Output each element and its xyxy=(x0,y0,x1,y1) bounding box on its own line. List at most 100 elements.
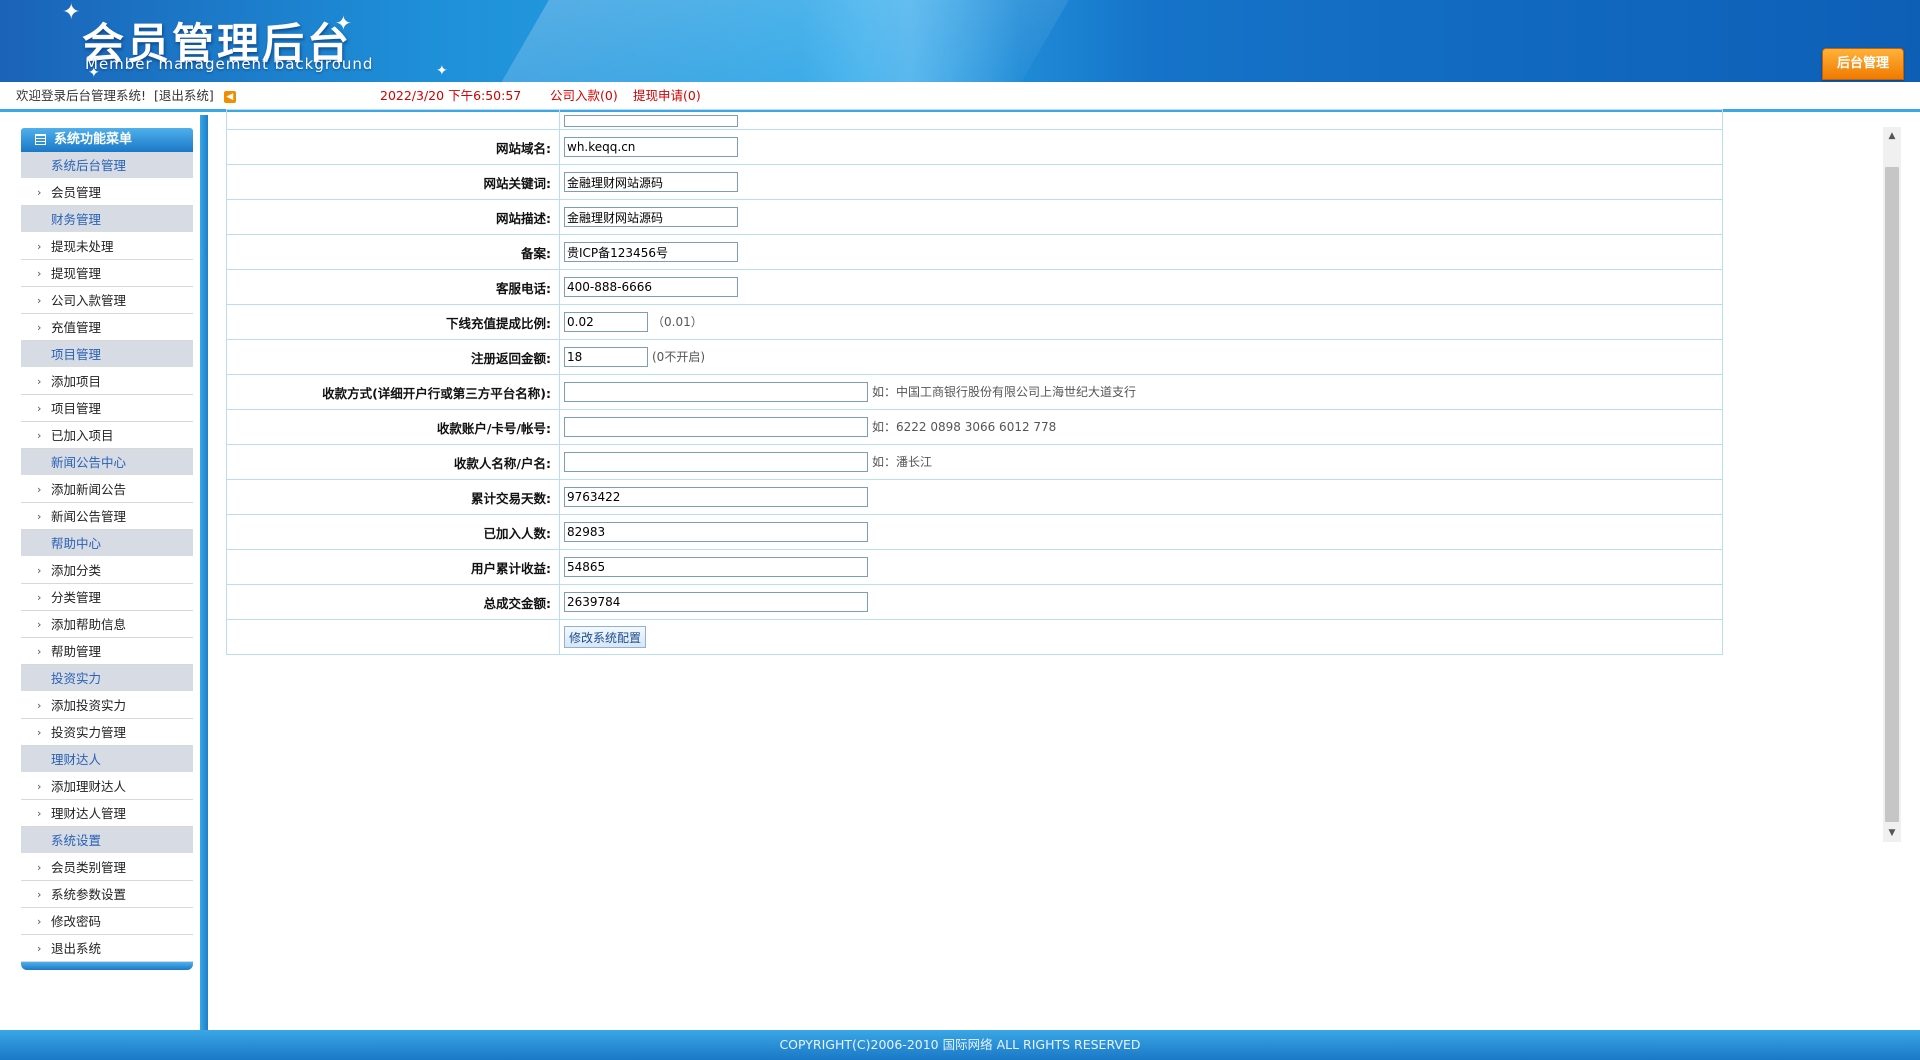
chevron-right-icon: › xyxy=(37,645,42,658)
chevron-right-icon: › xyxy=(37,294,42,307)
sidebar-item[interactable]: › 添加理财达人 xyxy=(21,773,193,800)
table-row: 累计交易天数: xyxy=(226,479,1723,515)
sidebar-item[interactable]: › 添加项目 xyxy=(21,368,193,395)
sidebar-item[interactable]: › 公司入款管理 xyxy=(21,287,193,314)
sparkle-icon: ✦ xyxy=(62,0,81,25)
site-domain-input[interactable] xyxy=(564,137,738,157)
table-row: 已加入人数: xyxy=(226,514,1723,550)
table-row xyxy=(226,109,1723,130)
total-volume-input[interactable] xyxy=(564,592,868,612)
sidebar-item[interactable]: › 系统参数设置 xyxy=(21,881,193,908)
company-deposit-link[interactable]: 公司入款(0) xyxy=(550,82,618,110)
payment-account-input[interactable] xyxy=(564,417,868,437)
vertical-scrollbar[interactable]: ▲ ▼ xyxy=(1883,127,1901,842)
frame-divider[interactable] xyxy=(200,115,208,1030)
service-phone-label: 客服电话: xyxy=(226,269,560,305)
sidebar-item[interactable]: › 会员管理 xyxy=(21,179,193,206)
scroll-down-icon[interactable]: ▼ xyxy=(1883,824,1901,842)
menu-group-header[interactable]: 新闻公告中心 xyxy=(21,449,193,476)
sidebar-item-label: 会员管理 xyxy=(51,185,102,200)
menu-group-header[interactable]: 理财达人 xyxy=(21,746,193,773)
site-desc-input[interactable] xyxy=(564,207,738,227)
system-config-table: 网站域名: 网站关键词: 网站描述: 备案: 客服电话: 下线充值提成比例: （… xyxy=(226,109,1723,655)
service-phone-input[interactable] xyxy=(564,277,738,297)
menu-group-header[interactable]: 系统后台管理 xyxy=(21,152,193,179)
menu-group-header[interactable]: 财务管理 xyxy=(21,206,193,233)
footer: COPYRIGHT(C)2006-2010 国际网络 ALL RIGHTS RE… xyxy=(0,1030,1920,1060)
sidebar-item[interactable]: › 提现管理 xyxy=(21,260,193,287)
sidebar-item[interactable]: › 投资实力管理 xyxy=(21,719,193,746)
sidebar-item[interactable]: › 提现未处理 xyxy=(21,233,193,260)
register-bonus-hint: (0不开启) xyxy=(652,349,705,364)
site-keywords-label: 网站关键词: xyxy=(226,164,560,200)
scroll-up-icon[interactable]: ▲ xyxy=(1883,127,1901,145)
sidebar-item-label: 项目管理 xyxy=(51,347,102,362)
sidebar-item-label: 系统设置 xyxy=(51,833,102,848)
menu-group-header[interactable]: 帮助中心 xyxy=(21,530,193,557)
menu-list-icon xyxy=(35,134,46,145)
payee-name-input[interactable] xyxy=(564,452,868,472)
sidebar-item[interactable]: › 新闻公告管理 xyxy=(21,503,193,530)
sidebar-item[interactable]: › 修改密码 xyxy=(21,908,193,935)
sidebar-item[interactable]: › 添加新闻公告 xyxy=(21,476,193,503)
sidebar-item[interactable]: › 帮助管理 xyxy=(21,638,193,665)
sidebar-item-label: 添加帮助信息 xyxy=(51,617,127,632)
sidebar-item[interactable]: › 添加投资实力 xyxy=(21,692,193,719)
sidebar-item-label: 理财达人 xyxy=(51,752,102,767)
sidebar-item-label: 添加投资实力 xyxy=(51,698,127,713)
exit-link[interactable]: [退出系统] xyxy=(154,88,214,103)
sidebar-item[interactable]: › 项目管理 xyxy=(21,395,193,422)
joined-count-input[interactable] xyxy=(564,522,868,542)
sidebar-item[interactable]: › 会员类别管理 xyxy=(21,854,193,881)
sidebar-item-label: 财务管理 xyxy=(51,212,102,227)
chevron-right-icon: › xyxy=(37,375,42,388)
commission-ratio-input[interactable] xyxy=(564,312,648,332)
sidebar-item[interactable]: › 已加入项目 xyxy=(21,422,193,449)
table-row: 修改系统配置 xyxy=(226,619,1723,655)
chevron-right-icon: › xyxy=(37,618,42,631)
table-row: 收款人名称/户名: 如：潘长江 xyxy=(226,444,1723,480)
app-subtitle: Member management background xyxy=(85,55,374,73)
chevron-right-icon: › xyxy=(37,240,42,253)
sidebar-item[interactable]: › 添加帮助信息 xyxy=(21,611,193,638)
icp-input[interactable] xyxy=(564,242,738,262)
sidebar-item-label: 分类管理 xyxy=(51,590,102,605)
trade-days-input[interactable] xyxy=(564,487,868,507)
copyright-text: COPYRIGHT(C)2006-2010 国际网络 ALL RIGHTS RE… xyxy=(779,1037,1141,1052)
sidebar-item[interactable]: › 充值管理 xyxy=(21,314,193,341)
payment-method-input[interactable] xyxy=(564,382,868,402)
user-income-input[interactable] xyxy=(564,557,868,577)
save-config-button[interactable]: 修改系统配置 xyxy=(564,626,647,648)
sidebar-item-label: 公司入款管理 xyxy=(51,293,127,308)
menu-group-header[interactable]: 系统设置 xyxy=(21,827,193,854)
site-name-input[interactable] xyxy=(564,114,738,127)
admin-badge-button[interactable]: 后台管理 xyxy=(1822,48,1904,80)
payee-name-hint: 如：潘长江 xyxy=(872,454,933,469)
site-keywords-input[interactable] xyxy=(564,172,738,192)
payment-account-hint: 如：6222 0898 3066 6012 778 xyxy=(872,419,1057,434)
sidebar-item-label: 添加分类 xyxy=(51,563,102,578)
scroll-thumb[interactable] xyxy=(1885,167,1899,822)
table-row: 注册返回金额: (0不开启) xyxy=(226,339,1723,375)
sidebar-item-label: 系统参数设置 xyxy=(51,887,127,902)
table-row: 网站描述: xyxy=(226,199,1723,235)
chevron-right-icon: › xyxy=(37,510,42,523)
menu-group-header[interactable]: 投资实力 xyxy=(21,665,193,692)
withdraw-request-link[interactable]: 提现申请(0) xyxy=(633,82,701,110)
sidebar-item-label: 帮助管理 xyxy=(51,644,102,659)
payment-method-label: 收款方式(详细开户行或第三方平台名称): xyxy=(226,374,560,410)
sidebar-item[interactable]: › 分类管理 xyxy=(21,584,193,611)
sidebar-item-label: 理财达人管理 xyxy=(51,806,127,821)
datetime-text: 2022/3/20 下午6:50:57 xyxy=(380,88,522,103)
menu-items: 系统后台管理 › 会员管理 财务管理 › 提现未处理 › 提现管理 › 公司入款管理 › 充值管理 项目… xyxy=(21,152,193,962)
sidebar-item[interactable]: › 添加分类 xyxy=(21,557,193,584)
welcome-text: 欢迎登录后台管理系统! [退出系统] ◀ xyxy=(16,82,236,110)
menu-header: 系统功能菜单 xyxy=(21,128,193,152)
sidebar-menu: 系统功能菜单 系统后台管理 › 会员管理 财务管理 › 提现未处理 › 提现管理 › 公司入款管理… xyxy=(21,128,193,970)
menu-group-header[interactable]: 项目管理 xyxy=(21,341,193,368)
commission-ratio-hint: （0.01） xyxy=(652,314,703,329)
register-bonus-input[interactable] xyxy=(564,347,648,367)
sidebar-item[interactable]: › 理财达人管理 xyxy=(21,800,193,827)
chevron-right-icon: › xyxy=(37,267,42,280)
sidebar-item[interactable]: › 退出系统 xyxy=(21,935,193,962)
